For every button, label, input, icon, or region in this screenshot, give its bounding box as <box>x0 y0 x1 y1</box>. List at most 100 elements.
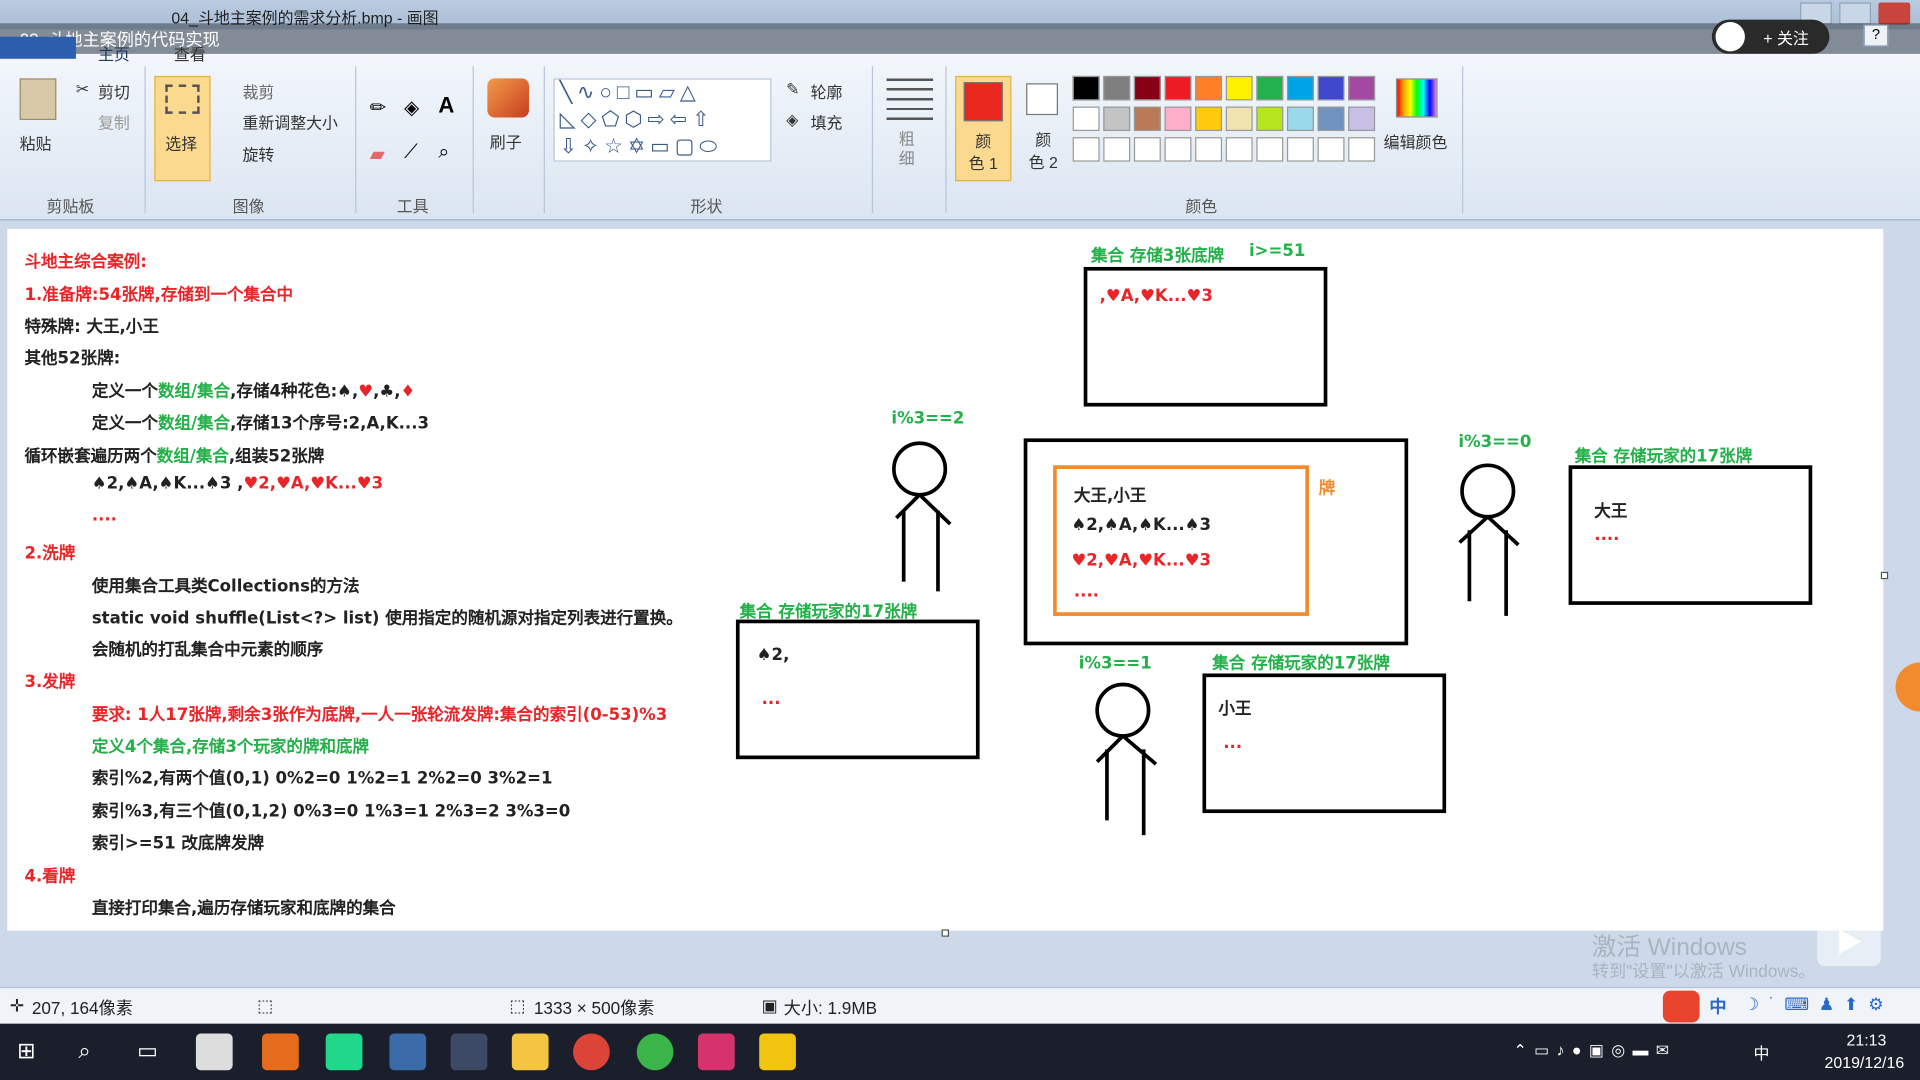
palette-swatch[interactable] <box>1195 75 1223 101</box>
palette-swatch[interactable] <box>1072 137 1100 162</box>
palette-swatch[interactable] <box>1256 137 1284 162</box>
color-picker-icon[interactable]: ⟋ <box>404 142 418 164</box>
edit-colors-button[interactable]: 编辑颜色 <box>1384 130 1448 153</box>
resize-handle[interactable] <box>941 929 949 937</box>
cut-button[interactable]: 剪切 <box>98 80 130 103</box>
chrome-icon[interactable] <box>573 1033 610 1071</box>
system-tray-icons[interactable]: ⌃▭♪●▣◎▬✉ <box>1513 1041 1676 1061</box>
clock-date[interactable]: 2019/12/16 <box>1825 1053 1905 1071</box>
paste-button[interactable]: 粘贴 <box>20 131 52 154</box>
windows-start-icon[interactable]: ⊞ <box>17 1038 35 1064</box>
fill-bucket-icon[interactable]: ◈ <box>404 96 419 120</box>
palette-swatch[interactable] <box>1072 75 1100 101</box>
outline-icon: ✎ <box>786 79 800 98</box>
maximize-button[interactable] <box>1839 2 1872 25</box>
tray-ime[interactable]: 中 <box>1753 1041 1769 1064</box>
select-button[interactable]: 选择 <box>154 75 211 182</box>
color2-button[interactable]: 颜色 2 <box>1029 130 1058 174</box>
outline-button[interactable]: 轮廓 <box>811 80 843 103</box>
paste-icon[interactable] <box>19 78 57 121</box>
pencil-icon[interactable]: ✏ <box>370 96 386 120</box>
tab-home[interactable]: 主页 <box>98 42 130 65</box>
resize-handle[interactable] <box>1880 571 1889 580</box>
player1-condition: i%3==1 <box>1078 653 1152 674</box>
clock-time[interactable]: 21:13 <box>1847 1031 1887 1049</box>
player2-title: 集合 存储玩家的17张牌 <box>739 602 918 623</box>
cursor-position-icon: ✛ <box>9 995 25 1016</box>
palette-swatch[interactable] <box>1072 106 1100 132</box>
color1-swatch <box>963 82 1003 122</box>
pycharm-icon[interactable] <box>325 1033 363 1071</box>
rainbow-icon[interactable] <box>1395 78 1438 118</box>
size-button[interactable]: 粗细 <box>899 130 916 169</box>
drawing-canvas[interactable]: 斗地主综合案例: 1.准备牌:54张牌,存储到一个集合中 特殊牌: 大王,小王 … <box>7 228 1884 931</box>
ime-mode[interactable]: 中 <box>1709 994 1726 1018</box>
fill-button[interactable]: 填充 <box>811 110 843 133</box>
palette-swatch[interactable] <box>1103 75 1131 101</box>
palette-swatch[interactable] <box>1348 75 1376 101</box>
palette-swatch[interactable] <box>1103 106 1131 132</box>
palette-swatch[interactable] <box>1348 106 1376 132</box>
task-view-icon[interactable]: ▭ <box>137 1038 158 1064</box>
palette-swatch[interactable] <box>1286 106 1314 132</box>
shapes-gallery[interactable]: ╲∿○□▭▱△ ◺◇⬠⬡⇨⇦⇧ ⇩✧☆✡▭▢⬭ <box>553 78 772 162</box>
app-icon[interactable] <box>636 1033 674 1071</box>
app-icon[interactable] <box>389 1033 427 1071</box>
tools-group-label: 工具 <box>396 197 429 216</box>
cursor-position: 207, 164像素 <box>31 997 133 1018</box>
brush-button[interactable]: 刷子 <box>490 130 522 153</box>
magnifier-icon[interactable]: ⌕ <box>438 142 449 164</box>
palette-swatch[interactable] <box>1225 137 1253 162</box>
ime-logo[interactable] <box>1662 990 1700 1023</box>
palette-swatch[interactable] <box>1317 106 1345 132</box>
follow-button[interactable]: + 关注 <box>1711 19 1830 54</box>
help-icon[interactable]: ? <box>1863 24 1889 47</box>
palette-swatch[interactable] <box>1348 137 1376 162</box>
palette-swatch[interactable] <box>1103 137 1131 162</box>
palette-swatch[interactable] <box>1164 137 1192 162</box>
palette-swatch[interactable] <box>1286 75 1314 101</box>
size-icon[interactable] <box>886 78 934 121</box>
palette-swatch[interactable] <box>1164 106 1192 132</box>
palette-swatch[interactable] <box>1164 75 1192 101</box>
player0-condition: i%3==0 <box>1458 432 1532 452</box>
palette-swatch[interactable] <box>1317 137 1345 162</box>
app-icon[interactable] <box>195 1033 233 1071</box>
app-icon[interactable] <box>759 1033 796 1071</box>
palette-swatch[interactable] <box>1256 106 1284 132</box>
note-line: 定义一个数组/集合,存储4种花色:♠,♥,♣,♦ <box>91 382 416 402</box>
player2-figure <box>892 441 952 592</box>
play-button[interactable] <box>1817 917 1881 967</box>
scissors-icon: ✂ <box>75 79 90 98</box>
intellij-icon[interactable] <box>697 1033 735 1071</box>
palette-swatch[interactable] <box>1286 137 1314 162</box>
palette-swatch[interactable] <box>1133 75 1161 101</box>
palette-swatch[interactable] <box>1133 106 1161 132</box>
palette-swatch[interactable] <box>1225 106 1253 132</box>
color2-swatch[interactable] <box>1026 83 1058 116</box>
close-button[interactable] <box>1878 2 1911 25</box>
side-badge[interactable] <box>1895 662 1920 712</box>
tab-view[interactable]: 查看 <box>174 42 206 65</box>
palette-swatch[interactable] <box>1317 75 1345 101</box>
palette-swatch[interactable] <box>1225 75 1253 101</box>
copy-button[interactable]: 复制 <box>98 110 130 133</box>
file-menu-button[interactable] <box>0 36 76 59</box>
eraser-icon[interactable]: ▰ <box>370 142 385 166</box>
file-explorer-icon[interactable] <box>511 1033 549 1071</box>
brush-icon[interactable] <box>487 78 529 118</box>
color-palette[interactable] <box>1072 75 1386 167</box>
palette-swatch[interactable] <box>1133 137 1161 162</box>
app-icon[interactable] <box>262 1033 299 1071</box>
search-icon[interactable]: ⌕ <box>78 1038 90 1064</box>
color1-button[interactable]: 颜色 1 <box>955 75 1012 182</box>
palette-swatch[interactable] <box>1195 106 1223 132</box>
ime-toolbar-icons[interactable]: ☽˙⌨♟⬆⚙ <box>1744 994 1894 1015</box>
palette-swatch[interactable] <box>1195 137 1223 162</box>
app-icon[interactable] <box>450 1033 488 1071</box>
crop-button[interactable]: 裁剪 <box>242 80 274 103</box>
text-tool-icon[interactable]: A <box>438 93 454 119</box>
resize-button[interactable]: 重新调整大小 <box>242 110 338 133</box>
palette-swatch[interactable] <box>1256 75 1284 101</box>
rotate-button[interactable]: 旋转 <box>242 142 274 165</box>
